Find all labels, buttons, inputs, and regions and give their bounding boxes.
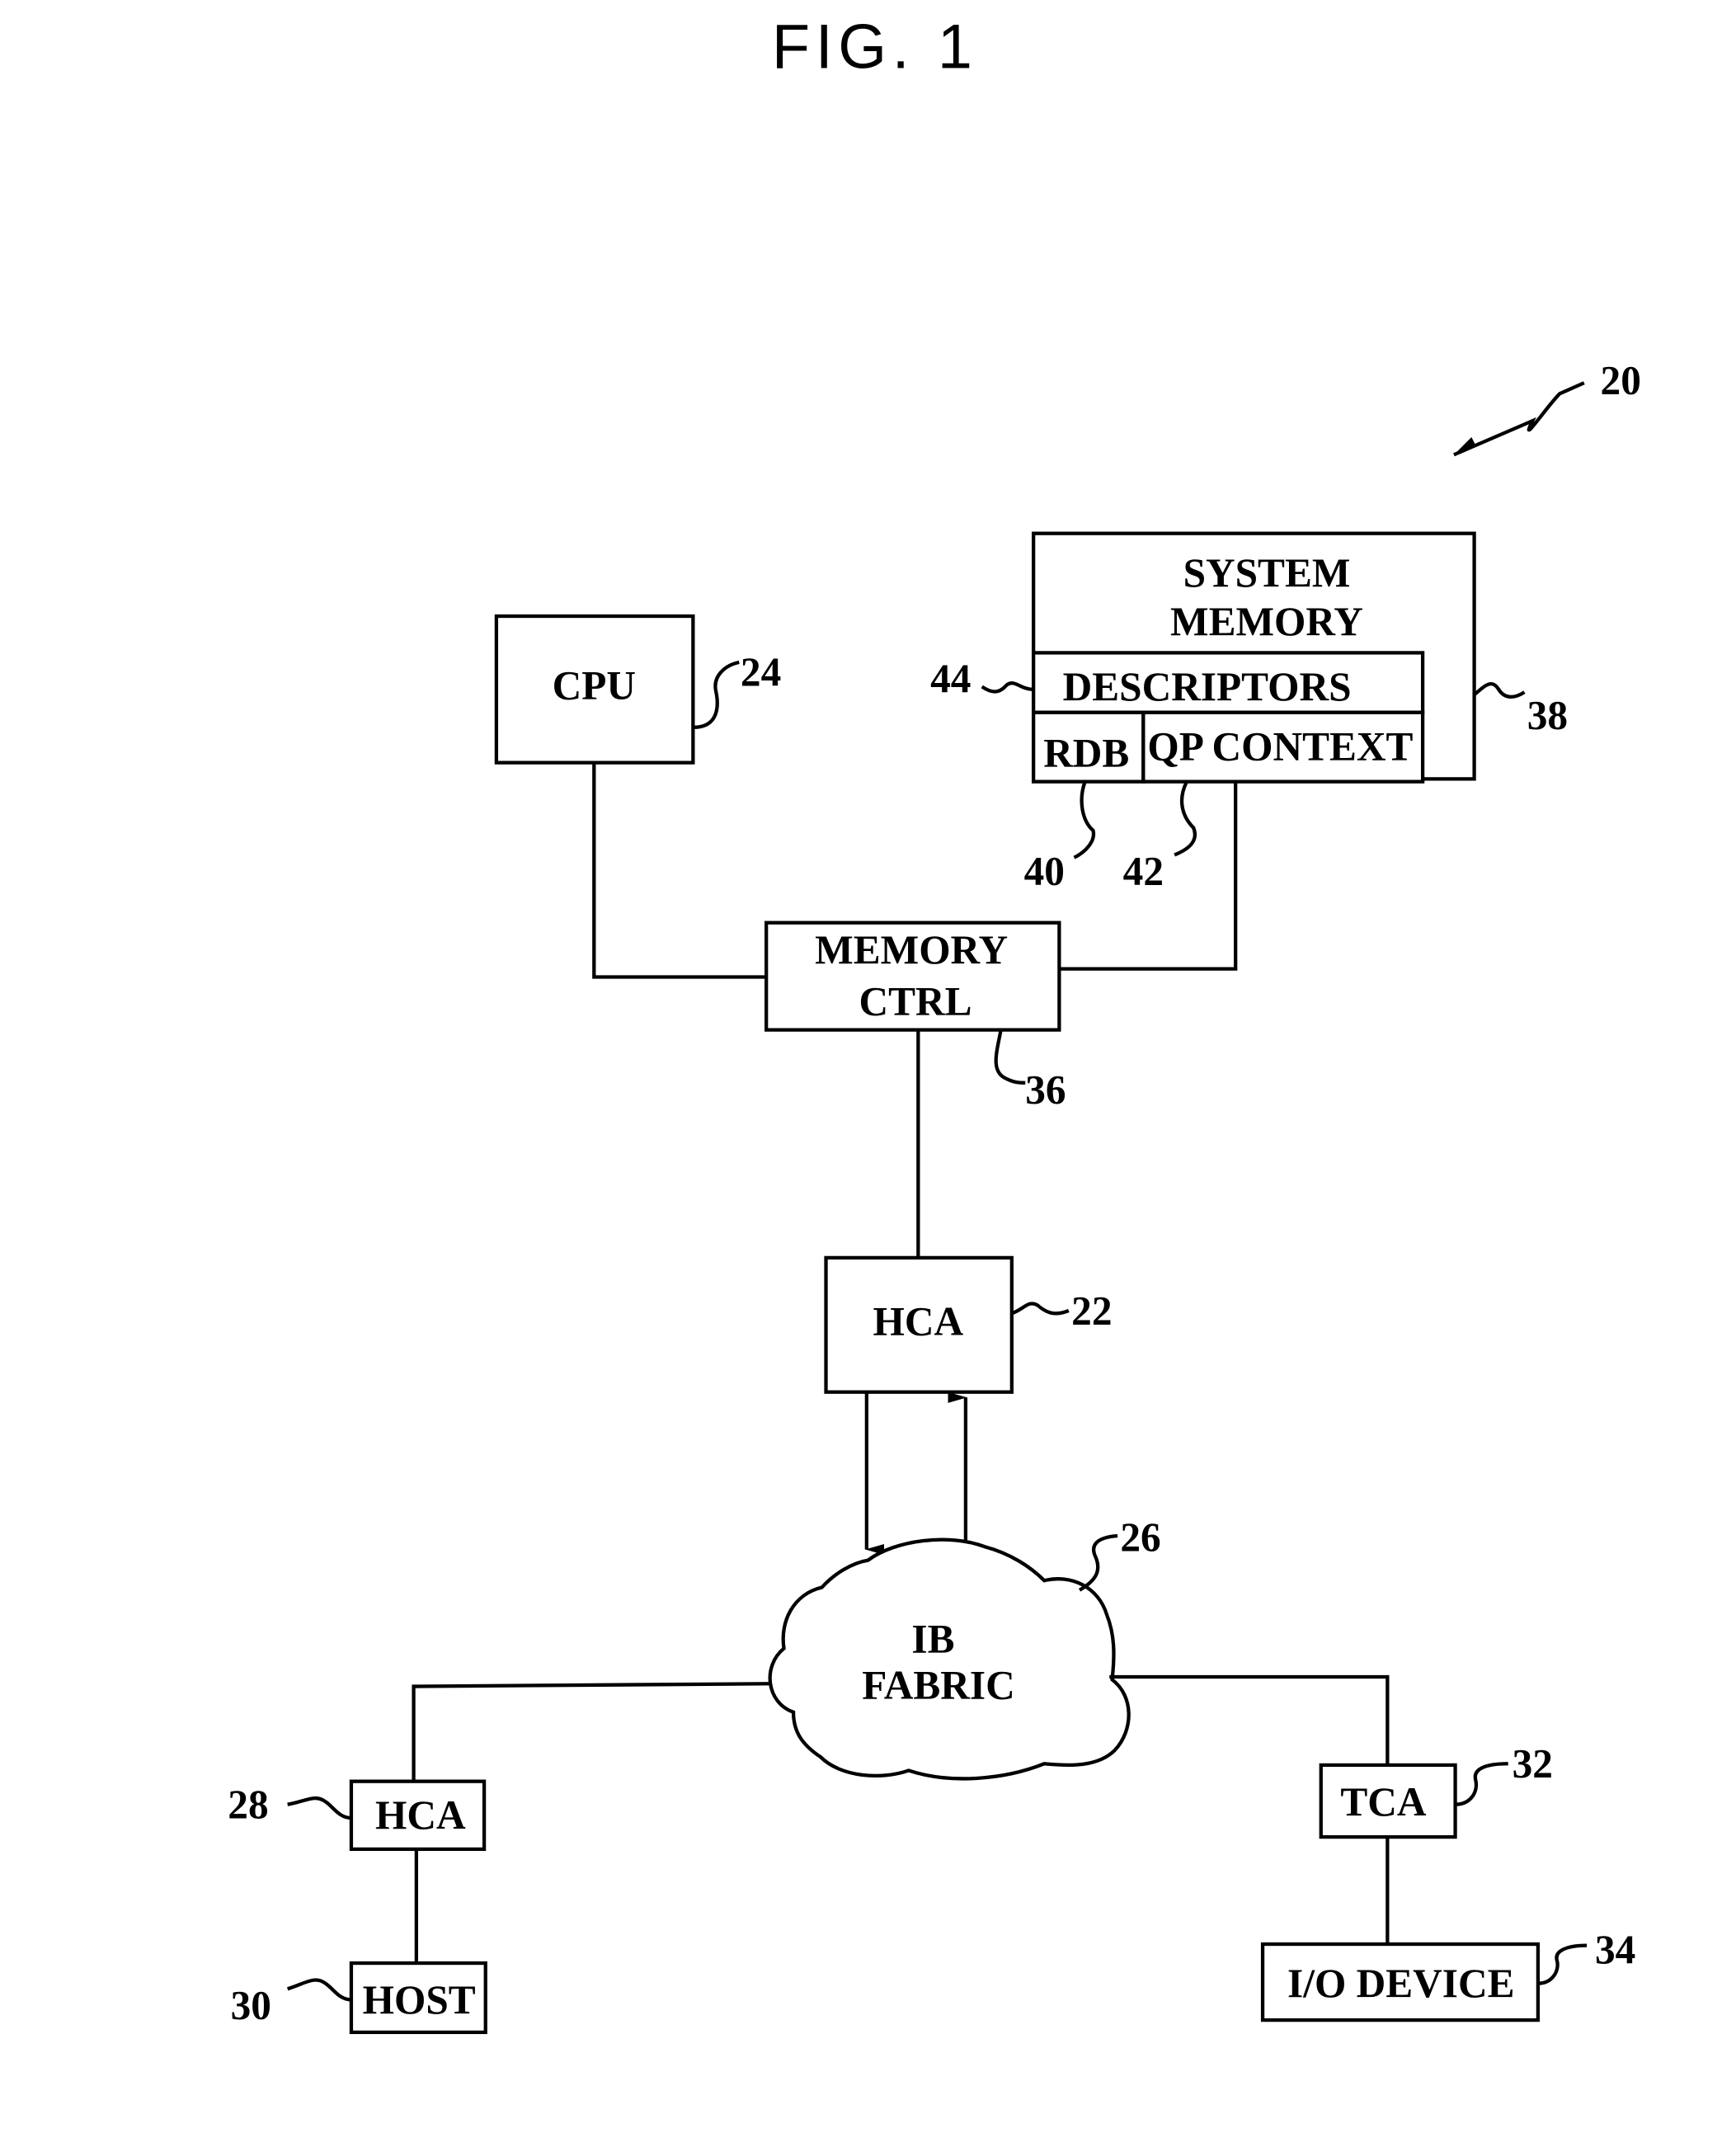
host-label: HOST [363,1977,476,2022]
system-memory-label-2: MEMORY [1170,599,1363,644]
figure-title: FIG. 1 [772,13,978,82]
qp-context-ref-leader [1174,780,1197,857]
io-device-ref: 34 [1595,1927,1635,1972]
tca-label: TCA [1340,1779,1427,1825]
rdb-block: RDB [1031,710,1146,784]
system-ref-label: 20 [1601,357,1641,403]
memory-ctrl-label-1: MEMORY [815,927,1008,972]
hca-remote-block: HCA [349,1779,487,1852]
cpu-block: CPU [494,614,695,765]
hca-remote-label: HCA [375,1792,466,1838]
cpu-ref-leader [693,660,740,730]
ib-fabric-ref: 26 [1120,1514,1160,1560]
host-block: HOST [349,1961,487,2035]
cpu-ref: 24 [741,649,781,695]
ib-fabric-label-2: FABRIC [862,1662,1014,1707]
ib-fabric-cloud: IB FABRIC [768,1537,1131,1781]
hca-remote-ref: 28 [228,1782,268,1827]
qp-context-label: QP CONTEXT [1147,723,1413,769]
memory-ctrl-ref: 36 [1025,1066,1066,1112]
system-memory-label-1: SYSTEM [1183,550,1351,596]
io-device-label: I/O DEVICE [1287,1961,1514,2006]
rdb-ref-leader [1073,780,1096,859]
memory-ctrl-label-2: CTRL [859,979,972,1024]
fabric-to-tca-line [1109,1674,1390,1765]
hca-main-block: HCA [824,1255,1014,1394]
system-memory-ref-leader [1473,681,1526,699]
rdb-ref: 40 [1024,849,1065,894]
system-ref-pointer [1453,381,1585,457]
memory-ctrl-block: MEMORY CTRL [764,921,1061,1032]
hca-main-label: HCA [873,1299,964,1344]
host-ref: 30 [231,1982,271,2027]
tca-block: TCA [1319,1763,1457,1839]
hca-main-ref-leader [1011,1302,1070,1316]
system-memory-ref: 38 [1527,693,1568,738]
qp-context-block: QP CONTEXT [1141,710,1425,784]
figure-canvas: FIG. 1 20 CPU 24 SYSTEM MEMORY DESCRIPTO… [228,13,1641,2035]
hca-remote-ref-leader [287,1796,352,1820]
cpu-label: CPU [553,662,636,708]
hca-main-ref: 22 [1071,1288,1112,1333]
qp-context-ref: 42 [1123,849,1164,894]
descriptors-label: DESCRIPTORS [1063,664,1352,709]
io-device-ref-leader [1537,1943,1588,1985]
descriptors-block: DESCRIPTORS [1031,651,1425,714]
cpu-to-memory-ctrl-line [592,762,767,979]
host-ref-leader [287,1978,352,2002]
descriptors-ref-leader [981,681,1034,694]
ib-fabric-ref-leader [1078,1533,1118,1592]
io-device-block: I/O DEVICE [1260,1942,1541,2022]
rdb-label: RDB [1043,731,1129,776]
descriptors-ref: 44 [930,656,971,701]
tca-ref: 32 [1513,1741,1553,1787]
memory-ctrl-ref-leader [994,1029,1026,1085]
fabric-to-hca-remote-line [412,1682,771,1782]
ib-fabric-label-1: IB [911,1616,954,1661]
tca-ref-leader [1455,1762,1508,1806]
